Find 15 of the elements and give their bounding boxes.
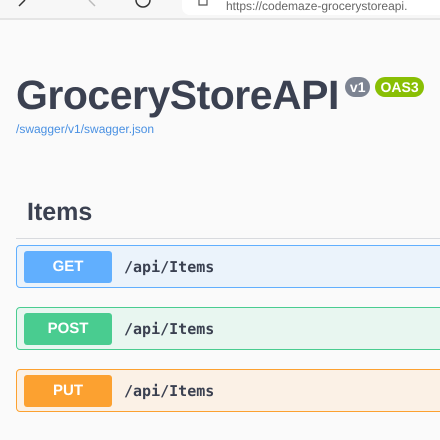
operation-block[interactable]: PUT /api/Items (16, 369, 440, 412)
operation-block[interactable]: POST /api/Items (16, 307, 440, 350)
method-badge: POST (24, 312, 112, 344)
endpoint-path: /api/Items (124, 320, 214, 338)
method-badge: PUT (24, 374, 112, 406)
address-bar[interactable]: https://codemaze-grocerystoreapi. (182, 0, 440, 15)
endpoint-path: /api/Items (124, 258, 214, 276)
section-heading[interactable]: Items (16, 196, 440, 239)
endpoint-path: /api/Items (124, 382, 214, 400)
method-badge: GET (24, 250, 112, 282)
version-badge: v1 (344, 77, 370, 97)
url-text: https://codemaze-grocerystoreapi. (226, 0, 408, 12)
api-title: GroceryStoreAPI (16, 71, 339, 120)
spec-badge: OAS3 (375, 77, 424, 97)
operation-block[interactable]: GET /api/Items (16, 245, 440, 288)
